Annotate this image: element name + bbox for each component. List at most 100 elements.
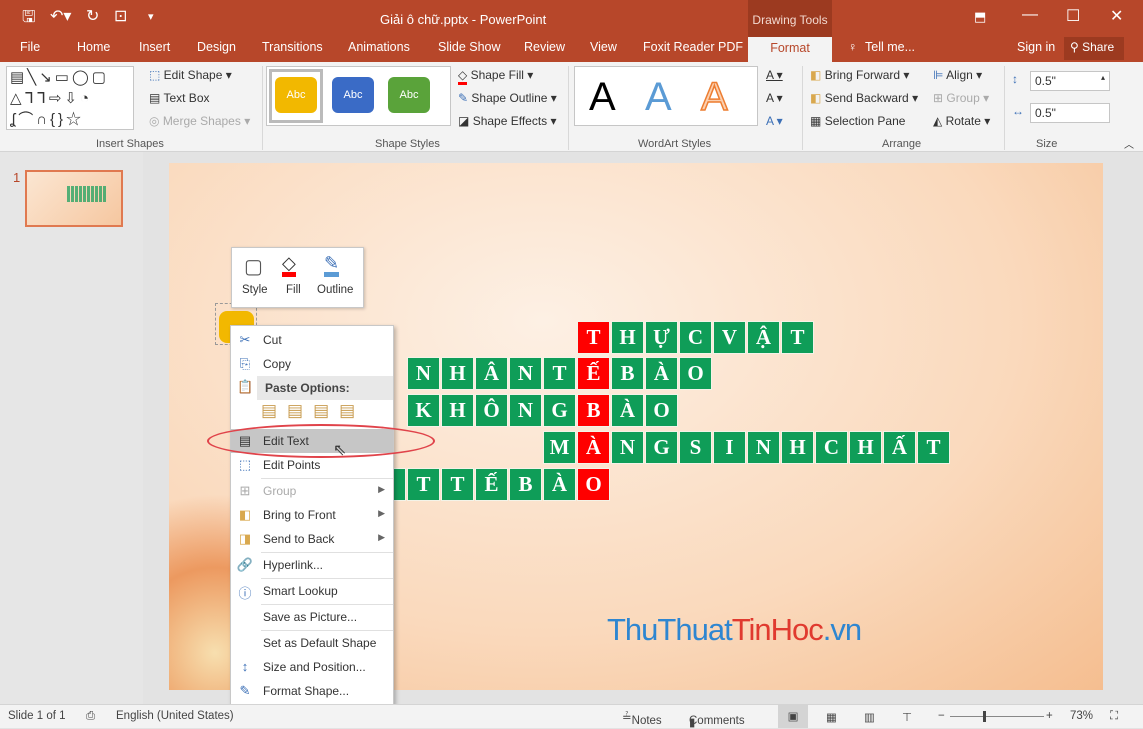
zoom-slider-thumb[interactable] [983,711,987,722]
crossword-cell[interactable]: À [543,468,576,501]
style-icon[interactable]: ▢ [244,254,263,279]
text-fill-icon[interactable]: A ▾ [766,68,783,82]
zoom-level[interactable]: 73% [1070,710,1093,722]
crossword-cell[interactable]: H [441,357,474,390]
menu-item-format-shape[interactable]: ✎ Format Shape... [231,679,393,703]
zoom-in-button[interactable]: + [1046,710,1053,722]
menu-item-smart-lookup[interactable]: ⓘ Smart Lookup [231,579,393,603]
tab-file[interactable]: File [20,40,40,54]
wordart-style[interactable]: A [645,75,672,120]
crossword-cell[interactable]: G [645,431,678,464]
menu-item-copy[interactable]: ⎘ Copy [231,352,393,376]
crossword-cell[interactable]: O [645,394,678,427]
menu-item-cut[interactable]: ✂ Cut [231,328,393,352]
collapse-ribbon-icon[interactable]: ︿ [1124,136,1134,151]
tell-me-search[interactable]: Tell me... [865,40,915,54]
crossword-cell[interactable]: I [713,431,746,464]
selection-pane-button[interactable]: ▦ Selection Pane [810,114,905,128]
crossword-cell[interactable]: N [509,394,542,427]
wordart-style[interactable]: A [589,75,616,120]
crossword-cell[interactable]: S [679,431,712,464]
text-box-button[interactable]: ▤ Text Box [149,91,210,105]
share-button[interactable]: ⚲ Share [1064,37,1124,60]
customize-icon[interactable]: ▾ [148,10,154,23]
crossword-cell[interactable]: Ự [645,321,678,354]
menu-item-save-as-picture[interactable]: Save as Picture... [231,605,393,629]
crossword-cell[interactable]: T [781,321,814,354]
redo-icon[interactable]: ↻ [86,6,99,26]
reading-view-icon[interactable]: ▥ [864,710,875,724]
crossword-cell[interactable]: B [577,394,610,427]
send-backward-button[interactable]: ◧ Send Backward ▾ [810,91,918,105]
menu-item-size-position[interactable]: ↕ Size and Position... [231,655,393,679]
crossword-cell[interactable]: T [917,431,950,464]
present-icon[interactable]: ⊡ [114,6,127,26]
crossword-cell[interactable]: G [543,394,576,427]
save-icon[interactable]: 🖫 [22,6,36,33]
crossword-cell[interactable]: K [407,394,440,427]
crossword-cell[interactable]: C [679,321,712,354]
slide-show-icon[interactable]: ⊤ [902,710,912,724]
crossword-cell[interactable]: B [509,468,542,501]
crossword-cell[interactable]: T [441,468,474,501]
fill-icon[interactable]: ◇ [282,254,296,277]
menu-item-set-default-shape[interactable]: Set as Default Shape [231,631,393,655]
zoom-slider[interactable] [950,716,1044,717]
style-swatch[interactable]: Abc [275,77,317,113]
width-input[interactable]: 0.5" [1030,103,1110,123]
crossword-cell[interactable]: H [611,321,644,354]
language-status[interactable]: English (United States) [116,710,234,722]
crossword-cell[interactable]: Ế [475,468,508,501]
menu-item-send-to-back[interactable]: ◨ Send to Back ▶ [231,527,393,551]
wordart-gallery[interactable]: A A A [574,66,758,126]
merge-shapes-button[interactable]: ◎ Merge Shapes ▾ [149,114,250,128]
tab-foxit[interactable]: Foxit Reader PDF [643,40,743,54]
shape-fill-button[interactable]: ◇ Shape Fill ▾ [458,68,533,85]
menu-item-hyperlink[interactable]: 🔗 Hyperlink... [231,553,393,577]
crossword-cell[interactable]: T [543,357,576,390]
sign-in-link[interactable]: Sign in [1017,40,1055,54]
slide-thumbnail[interactable] [25,170,123,227]
close-icon[interactable]: ✕ [1110,6,1123,26]
bring-forward-button[interactable]: ◧ Bring Forward ▾ [810,68,909,82]
paste-options-icons[interactable]: ▤▤▤▤ [261,401,365,421]
crossword-cell[interactable]: N [747,431,780,464]
ribbon-display-icon[interactable]: ⬒ [974,9,986,25]
undo-icon[interactable]: ↶▾ [50,6,71,26]
text-effects-icon[interactable]: A ▾ [766,114,783,128]
tab-view[interactable]: View [590,40,617,54]
tab-home[interactable]: Home [77,40,110,54]
crossword-cell[interactable]: M [543,431,576,464]
shape-styles-gallery[interactable]: Abc Abc Abc [266,66,451,126]
tab-review[interactable]: Review [524,40,565,54]
crossword-cell[interactable]: T [577,321,610,354]
outline-icon[interactable]: ✎ [324,254,340,277]
tab-slide-show[interactable]: Slide Show [438,40,501,54]
rotate-button[interactable]: ◭ Rotate ▾ [933,114,990,128]
style-swatch[interactable]: Abc [332,77,374,113]
crossword-cell[interactable]: N [611,431,644,464]
crossword-cell[interactable]: O [577,468,610,501]
tab-transitions[interactable]: Transitions [262,40,323,54]
align-button[interactable]: ⊫ Align ▾ [933,68,982,82]
crossword-cell[interactable]: H [849,431,882,464]
crossword-cell[interactable]: T [407,468,440,501]
group-button[interactable]: ⊞ Group ▾ [933,91,989,105]
tab-insert[interactable]: Insert [139,40,170,54]
crossword-cell[interactable]: À [577,431,610,464]
minimize-icon[interactable]: — [1022,6,1038,24]
crossword-cell[interactable]: Ậ [747,321,780,354]
crossword-cell[interactable]: Ế [577,357,610,390]
spell-check-icon[interactable]: ⎙ [86,710,95,723]
slide-sorter-icon[interactable]: ▦ [826,710,837,724]
shapes-gallery[interactable]: ▤╲↘▭◯▢ △ᒣᒣ⇨⇩◔ ʆ⌒∩{}☆ [6,66,134,130]
menu-item-group[interactable]: ⊞ Group ▶ [231,479,393,503]
crossword-cell[interactable]: Â [475,357,508,390]
outline-button[interactable]: Outline [317,284,353,296]
crossword-cell[interactable]: H [781,431,814,464]
shape-effects-button[interactable]: ◪ Shape Effects ▾ [458,114,557,128]
crossword-cell[interactable]: Ô [475,394,508,427]
shape-outline-button[interactable]: ✎ Shape Outline ▾ [458,91,557,105]
crossword-cell[interactable]: N [407,357,440,390]
crossword-cell[interactable]: N [509,357,542,390]
